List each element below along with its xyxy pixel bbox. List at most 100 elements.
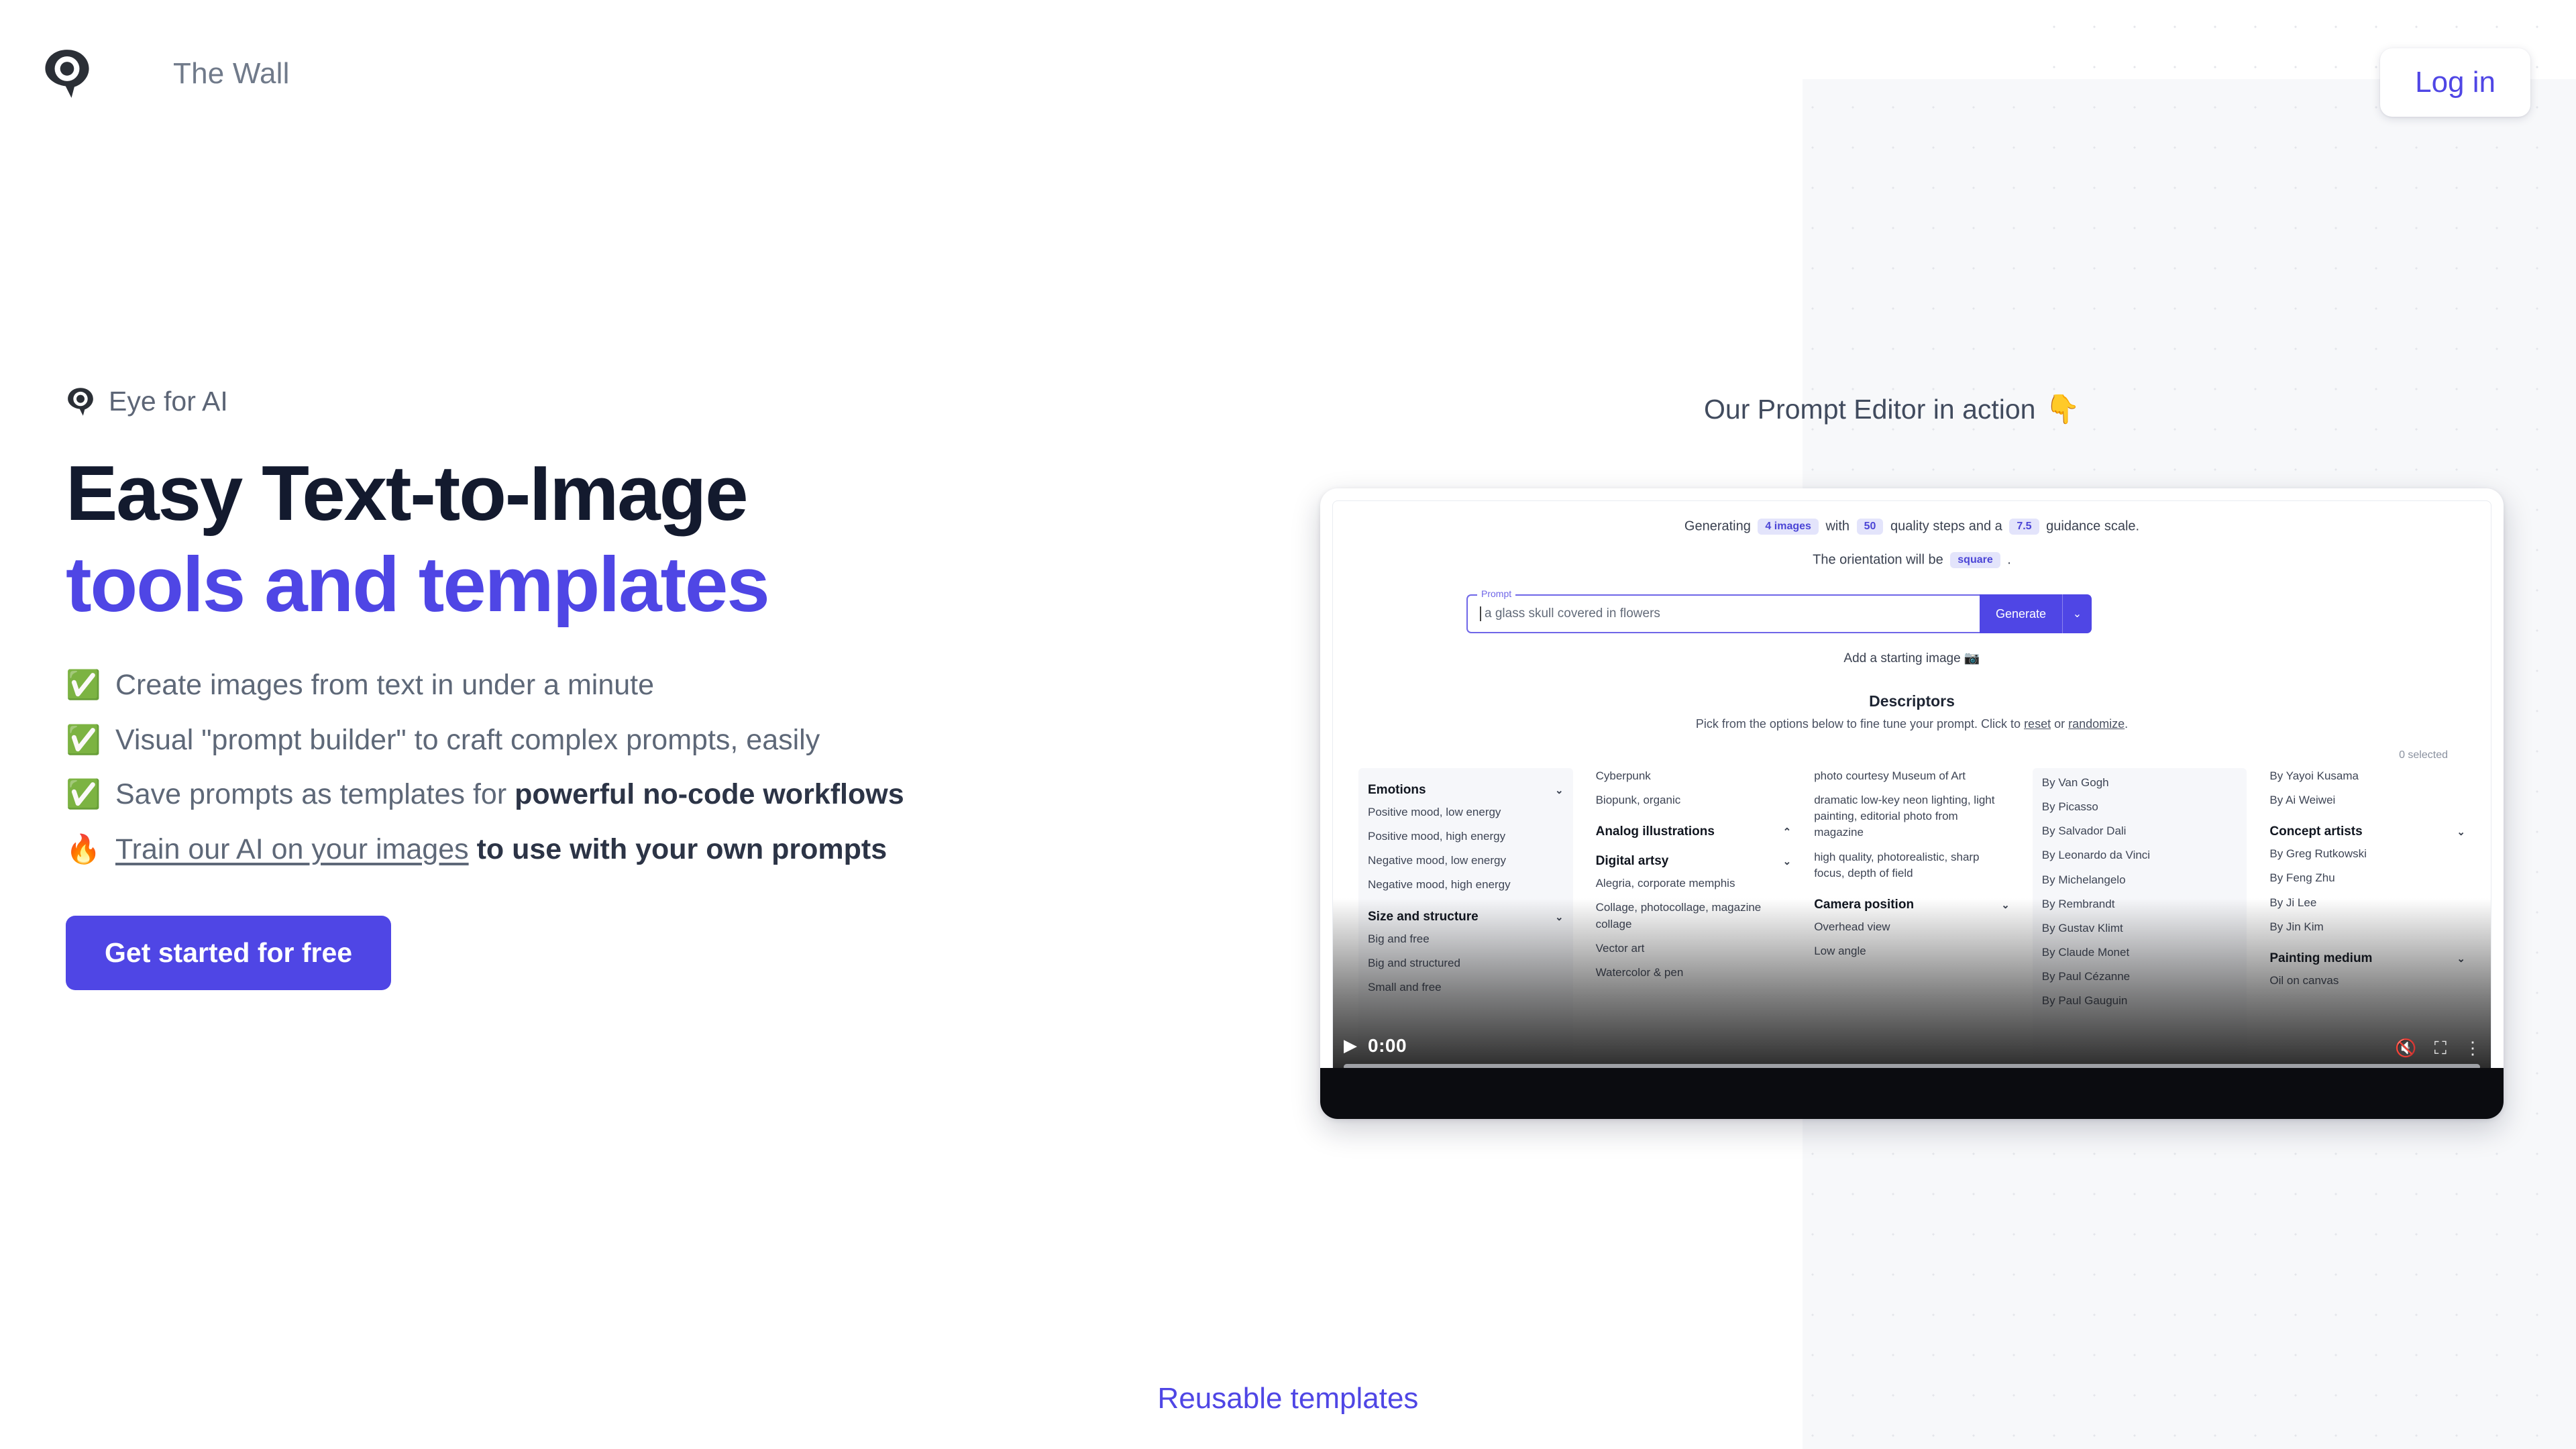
video-caption-text: Our Prompt Editor in action <box>1704 394 2036 425</box>
brand-name: The Wall <box>173 57 290 90</box>
descriptor-option[interactable]: By Feng Zhu <box>2269 870 2465 886</box>
descriptor-group-header[interactable]: Camera position ⌄ <box>1814 898 2010 912</box>
site-header: The Wall Log in <box>0 0 2576 174</box>
get-started-button[interactable]: Get started for free <box>66 916 392 991</box>
descriptor-option[interactable]: By Leonardo da Vinci <box>2042 847 2238 863</box>
login-button[interactable]: Log in <box>2380 48 2530 117</box>
mute-icon[interactable]: 🔇 <box>2395 1039 2416 1057</box>
check-mark-icon: ✅ <box>66 723 101 755</box>
descriptor-option[interactable]: Vector art <box>1596 941 1792 957</box>
descriptor-option[interactable]: By Jin Kim <box>2269 919 2465 935</box>
headline-line-1: Easy Text-to-Image <box>66 449 749 537</box>
descriptor-option[interactable]: By Yayoi Kusama <box>2269 768 2465 784</box>
eye-logo-icon <box>45 50 89 98</box>
prompt-input-label: Prompt <box>1477 588 1516 599</box>
hero-eyebrow-label: Eye for AI <box>109 386 228 417</box>
descriptor-option[interactable]: Positive mood, low energy <box>1368 804 1564 820</box>
descriptor-option[interactable]: By Gustav Klimt <box>2042 920 2238 936</box>
play-icon[interactable]: ▶ <box>1344 1036 1357 1054</box>
descriptors-sub-pre: Pick from the options below to fine tune… <box>1695 717 2025 731</box>
descriptor-option[interactable]: Positive mood, high energy <box>1368 828 1564 845</box>
orientation-end: . <box>2007 552 2011 568</box>
descriptor-option[interactable]: By Ai Weiwei <box>2269 792 2465 808</box>
descriptor-option[interactable]: Negative mood, high energy <box>1368 877 1564 893</box>
feature-bullet-text: Train our AI on your images to use with … <box>115 833 888 865</box>
descriptor-group-header[interactable]: Analog illustrations ⌃ <box>1596 824 1792 839</box>
descriptor-option[interactable]: Biopunk, organic <box>1596 792 1792 808</box>
descriptor-option[interactable]: By Rembrandt <box>2042 896 2238 912</box>
chevron-down-icon[interactable]: ⌄ <box>1555 911 1564 923</box>
descriptor-option[interactable]: high quality, photorealistic, sharp focu… <box>1814 849 2010 881</box>
prompt-row: Prompt a glass skull covered in flowers … <box>1466 588 2092 633</box>
descriptor-column: Emotions ⌄ Positive mood, low energy Positi… <box>1358 768 1573 1079</box>
descriptor-group-header[interactable]: Emotions ⌄ <box>1368 783 1564 798</box>
descriptors-title: Descriptors <box>1869 692 1955 710</box>
orientation-pre: The orientation will be <box>1813 552 1943 568</box>
prompt-input-value: a glass skull covered in flowers <box>1485 606 1660 621</box>
chevron-down-icon[interactable]: ⌄ <box>1555 784 1564 796</box>
descriptor-group-header[interactable]: Painting medium ⌄ <box>2269 951 2465 966</box>
descriptor-option[interactable]: By Van Gogh <box>2042 775 2238 791</box>
chevron-down-icon[interactable]: ⌄ <box>2001 899 2010 911</box>
chevron-down-icon[interactable]: ⌄ <box>2457 826 2465 838</box>
descriptor-option[interactable]: Small and free <box>1368 979 1564 996</box>
video-player[interactable]: Generating 4 images with 50 quality step… <box>1320 488 2504 1119</box>
chevron-down-icon[interactable]: ⌄ <box>2457 953 2465 965</box>
descriptor-option[interactable]: Big and structured <box>1368 955 1564 971</box>
descriptor-group-label: Analog illustrations <box>1595 824 1715 839</box>
feature-bullet-text: Save prompts as templates for powerful n… <box>115 778 904 811</box>
descriptor-option[interactable]: Big and free <box>1368 931 1564 947</box>
generate-button[interactable]: Generate <box>1979 594 2062 633</box>
descriptors-subtitle: Pick from the options below to fine tune… <box>1333 717 2491 731</box>
reset-link[interactable]: reset <box>2024 717 2051 731</box>
descriptor-group-label: Painting medium <box>2269 951 2373 965</box>
descriptor-option[interactable]: Collage, photocollage, magazine collage <box>1596 900 1792 932</box>
generate-dropdown-chevron-down-icon[interactable]: ⌄ <box>2062 594 2092 633</box>
feature-bullet-list: ✅ Create images from text in under a minu… <box>66 667 1287 867</box>
reusable-templates-link[interactable]: Reusable templates <box>0 1382 2576 1415</box>
descriptor-option[interactable]: Alegria, corporate memphis <box>1596 875 1792 892</box>
descriptor-option[interactable]: photo courtesy Museum of Art <box>1814 768 2010 784</box>
brand[interactable]: The Wall <box>42 48 290 99</box>
descriptor-option[interactable]: Cyberpunk <box>1596 768 1792 784</box>
chevron-down-icon[interactable]: ⌃ <box>1783 826 1792 838</box>
descriptor-option[interactable]: dramatic low-key neon lighting, light pa… <box>1814 792 2010 841</box>
more-vertical-icon[interactable]: ⋮ <box>2464 1039 2481 1057</box>
fullscreen-icon[interactable]: ⛶ <box>2434 1039 2447 1057</box>
images-count-chip[interactable]: 4 images <box>1758 519 1819 535</box>
descriptor-option[interactable]: By Picasso <box>2042 799 2238 815</box>
descriptor-option[interactable]: Negative mood, low energy <box>1368 853 1564 869</box>
descriptor-option[interactable]: By Michelangelo <box>2042 872 2238 888</box>
quality-steps-chip[interactable]: 50 <box>1856 519 1884 535</box>
video-timestamp: 0:00 <box>1368 1035 1407 1056</box>
orientation-chip[interactable]: square <box>1950 552 2000 568</box>
descriptor-option[interactable]: Low angle <box>1814 943 2010 959</box>
feature-bullet: ✅ Create images from text in under a minu… <box>66 667 1287 702</box>
descriptor-option[interactable]: By Ji Lee <box>2269 895 2465 911</box>
descriptor-option[interactable]: Overhead view <box>1814 919 2010 935</box>
descriptor-group-label: Digital artsy <box>1595 854 1669 869</box>
descriptor-group-header[interactable]: Size and structure ⌄ <box>1368 910 1564 924</box>
descriptor-option[interactable]: By Paul Gauguin <box>2042 993 2238 1009</box>
descriptor-option[interactable]: By Claude Monet <box>2042 945 2238 961</box>
descriptor-option[interactable]: By Greg Rutkowski <box>2269 846 2465 862</box>
gen-mid: with <box>1825 519 1850 534</box>
descriptor-option[interactable]: Oil on canvas <box>2269 973 2465 989</box>
descriptor-option[interactable]: By Paul Cézanne <box>2042 969 2238 985</box>
guidance-scale-chip[interactable]: 7.5 <box>2009 519 2039 535</box>
descriptor-group-header[interactable]: Concept artists ⌄ <box>2269 824 2465 839</box>
video-caption: Our Prompt Editor in action 👇 <box>1704 393 2080 426</box>
add-starting-image-button[interactable]: Add a starting image 📷 <box>1333 650 2491 666</box>
descriptor-option[interactable]: Watercolor & pen <box>1596 965 1792 981</box>
hero-eyebrow: Eye for AI <box>66 386 1287 417</box>
randomize-link[interactable]: randomize <box>2068 717 2125 731</box>
prompt-input[interactable]: Prompt a glass skull covered in flowers <box>1466 588 1980 633</box>
video-screen: Generating 4 images with 50 quality step… <box>1332 500 2491 1080</box>
chevron-down-icon[interactable]: ⌄ <box>1783 855 1792 867</box>
descriptor-option[interactable]: By Salvador Dali <box>2042 823 2238 839</box>
feature-bullet: ✅ Visual "prompt builder" to craft comple… <box>66 722 1287 757</box>
feature-bullet-text: Visual "prompt builder" to craft complex… <box>115 723 820 756</box>
descriptor-group-header[interactable]: Digital artsy ⌄ <box>1596 854 1792 869</box>
page-title: Easy Text-to-Image tools and templates <box>66 448 1287 630</box>
generation-summary-line: Generating 4 images with 50 quality step… <box>1333 519 2491 535</box>
